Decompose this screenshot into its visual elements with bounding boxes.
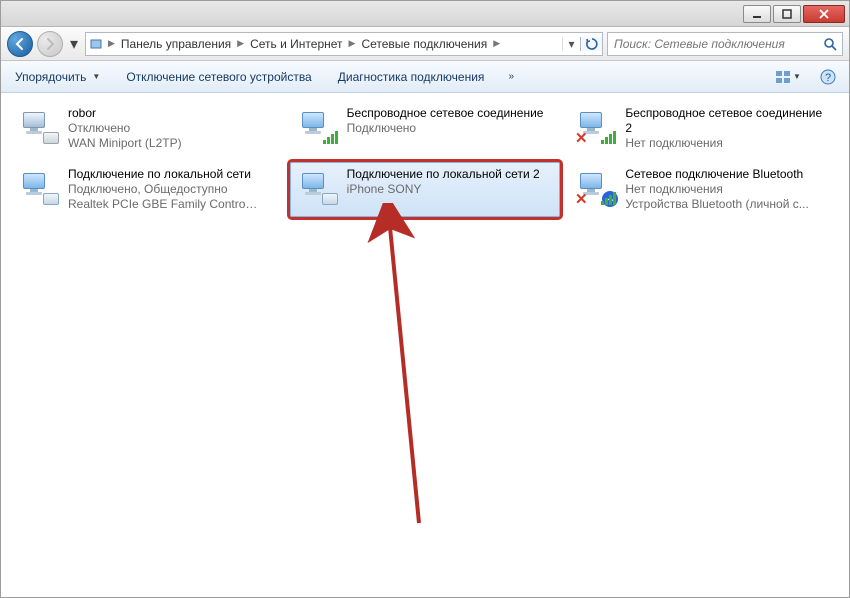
breadcrumb-network-internet[interactable]: Сеть и Интернет (246, 37, 346, 51)
arrow-right-icon (43, 37, 57, 51)
refresh-button[interactable] (580, 37, 602, 51)
address-bar[interactable]: ▶ Панель управления ▶ Сеть и Интернет ▶ … (85, 32, 603, 56)
breadcrumb-separator: ▶ (106, 38, 117, 49)
connection-texts: Беспроводное сетевое соединение 2Нет под… (625, 106, 832, 151)
titlebar (1, 1, 849, 27)
connection-status: Нет подключения (625, 136, 832, 151)
connection-icon (297, 167, 339, 209)
search-input[interactable] (608, 37, 818, 51)
disable-device-button[interactable]: Отключение сетевого устройства (120, 67, 317, 87)
svg-text:?: ? (825, 72, 831, 84)
breadcrumb-separator: ▶ (491, 38, 502, 49)
view-icon (775, 70, 791, 84)
location-icon (86, 37, 106, 51)
connection-status: Подключено (347, 121, 544, 136)
connection-item[interactable]: roborОтключеноWAN Miniport (L2TP) (11, 101, 282, 156)
connection-icon (18, 106, 60, 148)
connection-icon (297, 106, 339, 148)
search-box[interactable] (607, 32, 843, 56)
connection-texts: roborОтключеноWAN Miniport (L2TP) (68, 106, 182, 151)
address-dropdown[interactable]: ▾ (562, 37, 580, 51)
command-bar: Упорядочить▼ Отключение сетевого устройс… (1, 61, 849, 93)
connection-detail: Устройства Bluetooth (личной с... (625, 197, 808, 212)
close-icon (818, 9, 830, 19)
search-button[interactable] (818, 37, 842, 51)
connection-item[interactable]: ✕Беспроводное сетевое соединение 2Нет по… (568, 101, 839, 156)
connection-icon: ✕ (575, 106, 617, 148)
maximize-icon (782, 9, 792, 19)
connection-status: Подключено, Общедоступно (68, 182, 258, 197)
connection-icon: ✕⌁ (575, 167, 617, 209)
breadcrumb-network-connections[interactable]: Сетевые подключения (357, 37, 491, 51)
search-icon (823, 37, 837, 51)
connection-name: Беспроводное сетевое соединение 2 (625, 106, 832, 136)
connection-name: Подключение по локальной сети (68, 167, 258, 182)
navigation-bar: ▾ ▶ Панель управления ▶ Сеть и Интернет … (1, 27, 849, 61)
back-button[interactable] (7, 31, 33, 57)
connection-texts: Сетевое подключение BluetoothНет подключ… (625, 167, 808, 212)
connection-texts: Подключение по локальной сети 2iPhone SO… (347, 167, 540, 197)
content-area[interactable]: roborОтключеноWAN Miniport (L2TP) Беспров… (1, 93, 849, 597)
help-button[interactable]: ? (815, 66, 841, 88)
refresh-icon (585, 37, 599, 51)
connection-name: Беспроводное сетевое соединение (347, 106, 544, 121)
connection-detail: Realtek PCIe GBE Family Controller (68, 197, 258, 212)
minimize-button[interactable] (743, 5, 771, 23)
connection-detail: WAN Miniport (L2TP) (68, 136, 182, 151)
toolbar-overflow[interactable]: » (504, 71, 518, 82)
breadcrumb-control-panel[interactable]: Панель управления (117, 37, 235, 51)
annotation-arrow (219, 203, 479, 533)
connection-texts: Беспроводное сетевое соединениеПодключен… (347, 106, 544, 136)
connection-detail: iPhone SONY (347, 182, 537, 197)
diagnose-button[interactable]: Диагностика подключения (332, 67, 491, 87)
connection-icon (18, 167, 60, 209)
help-icon: ? (820, 69, 836, 85)
minimize-icon (752, 9, 762, 19)
connection-item[interactable]: ✕⌁Сетевое подключение BluetoothНет подкл… (568, 162, 839, 217)
connection-item[interactable]: Подключение по локальной сетиПодключено,… (11, 162, 282, 217)
caption-buttons (743, 5, 845, 23)
connection-name: Подключение по локальной сети 2 (347, 167, 540, 182)
connection-name: robor (68, 106, 182, 121)
connection-item[interactable]: Беспроводное сетевое соединениеПодключен… (290, 101, 561, 156)
view-options-button[interactable]: ▼ (775, 66, 801, 88)
explorer-window: ▾ ▶ Панель управления ▶ Сеть и Интернет … (0, 0, 850, 598)
connection-status: Нет подключения (625, 182, 808, 197)
disable-device-label: Отключение сетевого устройства (126, 70, 311, 84)
arrow-left-icon (13, 37, 27, 51)
breadcrumb-separator: ▶ (235, 38, 246, 49)
connection-texts: Подключение по локальной сетиПодключено,… (68, 167, 258, 212)
forward-button[interactable] (37, 31, 63, 57)
close-button[interactable] (803, 5, 845, 23)
connection-status: Отключено (68, 121, 182, 136)
nav-history-dropdown[interactable]: ▾ (67, 31, 81, 57)
connection-item[interactable]: Подключение по локальной сети 2iPhone SO… (290, 162, 561, 217)
connections-grid: roborОтключеноWAN Miniport (L2TP) Беспров… (11, 101, 839, 217)
organize-label: Упорядочить (15, 70, 86, 84)
connection-name: Сетевое подключение Bluetooth (625, 167, 808, 182)
maximize-button[interactable] (773, 5, 801, 23)
diagnose-label: Диагностика подключения (338, 70, 485, 84)
breadcrumb-separator: ▶ (347, 38, 358, 49)
organize-button[interactable]: Упорядочить▼ (9, 67, 106, 87)
